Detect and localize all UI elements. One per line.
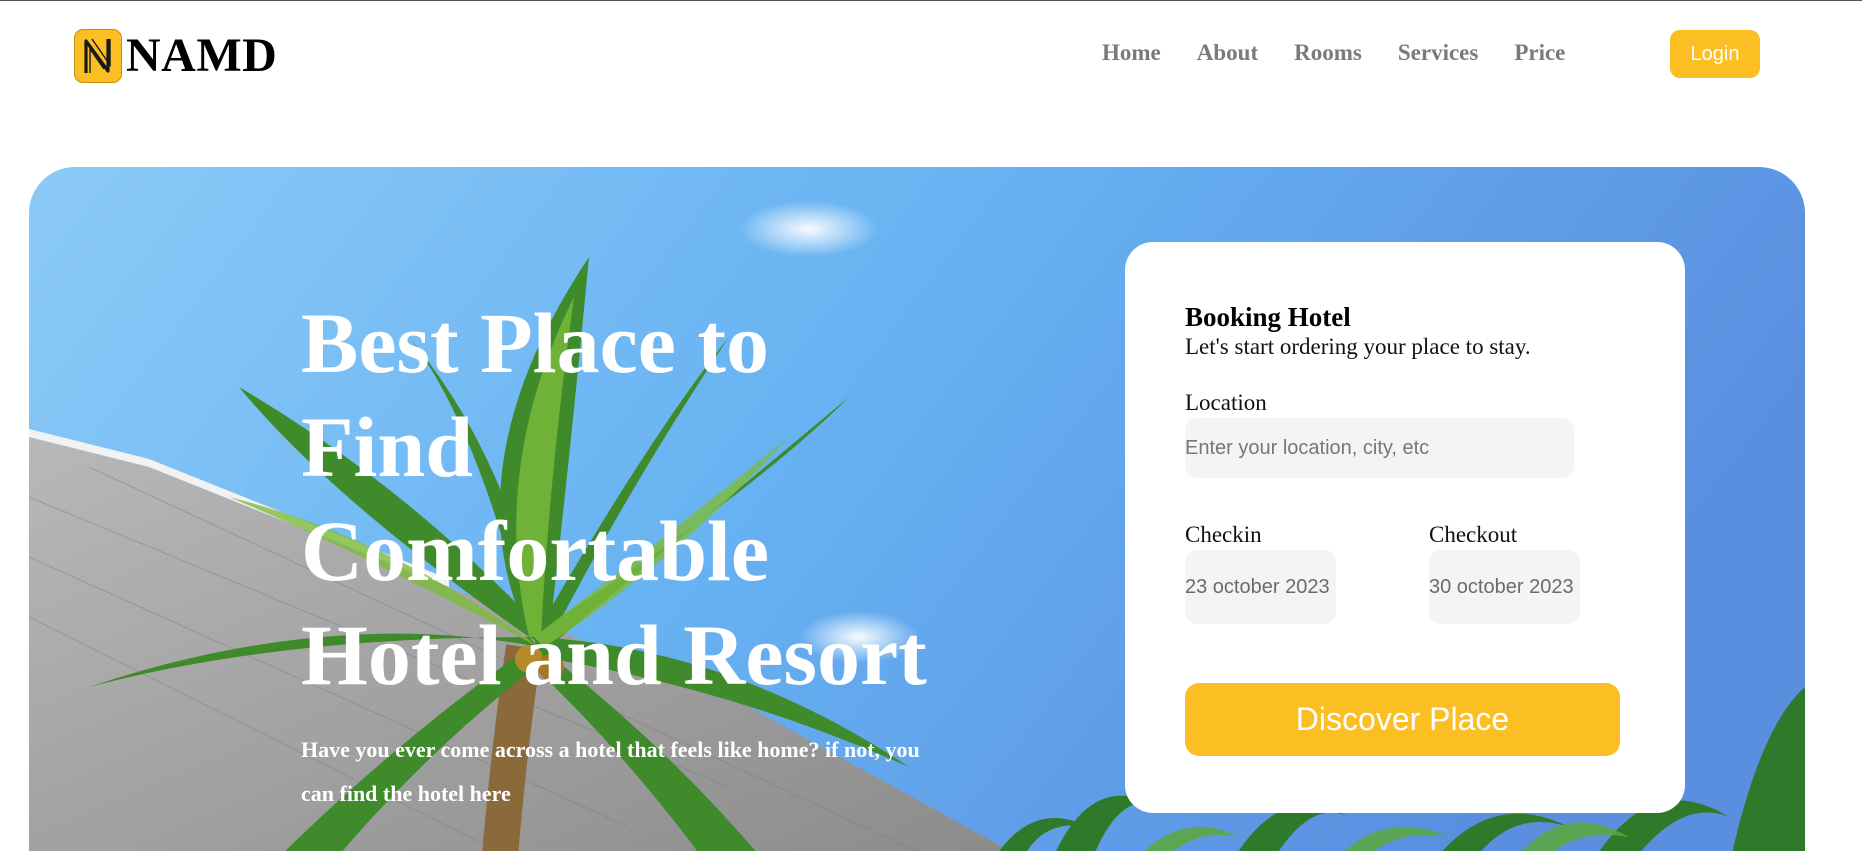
hero-title-line: Hotel and Resort: [301, 607, 927, 703]
brand-logo[interactable]: NAMD: [74, 29, 277, 83]
nav-link-rooms[interactable]: Rooms: [1294, 39, 1362, 67]
checkout-date-value: 30 october 2023: [1429, 575, 1574, 598]
hero-title-line: Comfortable: [301, 503, 770, 599]
login-button[interactable]: Login: [1670, 30, 1760, 78]
booking-subtitle: Let's start ordering your place to stay.: [1185, 334, 1531, 359]
checkout-date-field[interactable]: 30 october 2023: [1429, 550, 1580, 624]
nav-link-services[interactable]: Services: [1398, 39, 1478, 67]
main-nav: Home About Rooms Services Price: [1102, 39, 1601, 67]
checkin-date-value: 23 october 2023: [1185, 575, 1330, 598]
brand-name: NAMD: [126, 29, 278, 82]
hero-title: Best Place to Find Comfortable Hotel and…: [301, 291, 1021, 707]
checkout-label: Checkout: [1429, 522, 1518, 547]
location-label: Location: [1185, 390, 1267, 415]
location-input[interactable]: [1185, 418, 1574, 478]
nav-link-home[interactable]: Home: [1102, 39, 1161, 67]
nav-link-about[interactable]: About: [1197, 39, 1258, 67]
discover-place-button[interactable]: Discover Place: [1185, 683, 1620, 756]
hero-subtitle: Have you ever come across a hotel that f…: [301, 737, 920, 806]
nav-link-price[interactable]: Price: [1514, 39, 1565, 67]
checkin-label: Checkin: [1185, 522, 1262, 547]
hero-title-line: Best Place to: [301, 295, 770, 391]
booking-card: Booking Hotel Let's start ordering your …: [1125, 242, 1685, 813]
checkin-date-field[interactable]: 23 october 2023: [1185, 550, 1336, 624]
booking-title: Booking Hotel: [1185, 302, 1351, 332]
hero-title-line: Find: [301, 399, 474, 495]
navbar: NAMD Home About Rooms Services Price Log…: [0, 1, 1862, 111]
n-logo-icon: [74, 29, 122, 83]
